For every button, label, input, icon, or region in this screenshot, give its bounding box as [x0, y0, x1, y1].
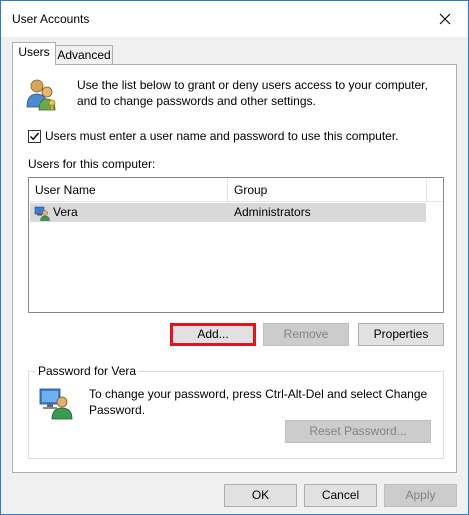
reset-password-button[interactable]: Reset Password...: [285, 420, 431, 443]
add-button[interactable]: Add...: [170, 323, 256, 346]
window-title: User Accounts: [12, 12, 90, 26]
properties-button[interactable]: Properties: [358, 323, 444, 346]
group-cell: Administrators: [234, 205, 311, 219]
password-help-text: To change your password, press Ctrl-Alt-…: [89, 387, 428, 417]
require-login-row[interactable]: Users must enter a user name and passwor…: [28, 129, 399, 143]
user-icon: [34, 206, 50, 221]
user-accounts-window: User Accounts Users Advanced Use the lis…: [0, 0, 469, 515]
list-header: User Name Group: [29, 178, 443, 202]
checkmark-icon: [30, 132, 40, 140]
title-bar: User Accounts: [1, 1, 468, 37]
computer-user-icon: [39, 388, 73, 420]
close-icon: [439, 13, 451, 25]
tab-advanced[interactable]: Advanced: [56, 45, 113, 65]
users-icon: [26, 79, 56, 111]
cancel-button[interactable]: Cancel: [304, 484, 377, 507]
password-group-title: Password for Vera: [36, 364, 139, 378]
ok-button[interactable]: OK: [224, 484, 297, 507]
remove-button[interactable]: Remove: [263, 323, 349, 346]
users-list-label: Users for this computer:: [28, 157, 156, 171]
table-row[interactable]: Vera Administrators: [30, 203, 426, 222]
apply-button[interactable]: Apply: [384, 484, 457, 507]
users-list[interactable]: User Name Group Vera Administrators: [28, 177, 444, 313]
password-group: Password for Vera To change your passwor…: [28, 364, 444, 459]
user-name-text: Vera: [53, 205, 78, 219]
require-login-label: Users must enter a user name and passwor…: [45, 129, 399, 143]
column-header-group[interactable]: Group: [228, 178, 427, 202]
user-name-cell: Vera: [34, 203, 78, 222]
tab-users[interactable]: Users: [12, 42, 56, 65]
column-header-user-name[interactable]: User Name: [29, 178, 228, 202]
users-tab-panel: Use the list below to grant or deny user…: [12, 64, 457, 473]
intro-text: Use the list below to grant or deny user…: [77, 78, 428, 108]
require-login-checkbox[interactable]: [28, 129, 41, 143]
close-button[interactable]: [422, 1, 468, 37]
